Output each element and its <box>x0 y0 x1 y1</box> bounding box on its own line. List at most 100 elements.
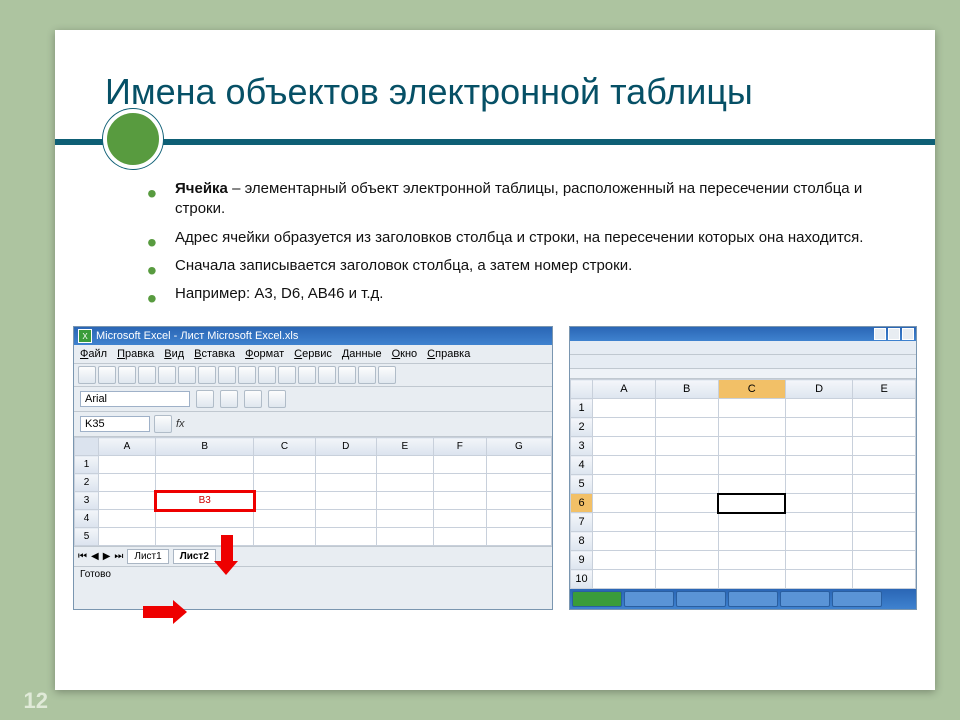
cell[interactable] <box>785 570 852 589</box>
cell[interactable] <box>853 456 916 475</box>
col-header[interactable]: E <box>853 380 916 399</box>
toolbar-button[interactable] <box>178 366 196 384</box>
row-header[interactable]: 3 <box>571 437 593 456</box>
cell[interactable] <box>655 399 718 418</box>
menu-item[interactable]: Вставка <box>194 348 235 360</box>
col-header[interactable]: C <box>254 438 315 456</box>
nav-prev-icon[interactable]: ◀ <box>91 551 99 562</box>
cell[interactable] <box>853 513 916 532</box>
cell[interactable] <box>486 510 551 528</box>
format-button[interactable] <box>220 390 238 408</box>
cell[interactable] <box>853 494 916 513</box>
cell[interactable] <box>718 399 785 418</box>
row-header[interactable]: 5 <box>571 475 593 494</box>
cell[interactable] <box>486 492 551 510</box>
font-name-box[interactable]: Arial <box>80 391 190 407</box>
cell[interactable] <box>718 532 785 551</box>
cell[interactable] <box>593 494 656 513</box>
col-header[interactable]: A <box>593 380 656 399</box>
menu-item[interactable]: Файл <box>80 348 107 360</box>
cell[interactable] <box>486 474 551 492</box>
toolbar-button[interactable] <box>278 366 296 384</box>
cell[interactable] <box>655 551 718 570</box>
name-box[interactable]: K35 <box>80 416 150 432</box>
selected-cell[interactable] <box>718 494 785 513</box>
cell[interactable] <box>593 475 656 494</box>
row-header[interactable]: 3 <box>75 492 99 510</box>
start-button[interactable] <box>572 591 622 607</box>
cell[interactable] <box>785 399 852 418</box>
toolbar-button[interactable] <box>338 366 356 384</box>
toolbar-button[interactable] <box>238 366 256 384</box>
cell[interactable] <box>156 456 254 474</box>
cell[interactable] <box>99 492 156 510</box>
maximize-icon[interactable] <box>888 328 900 340</box>
cell[interactable] <box>718 570 785 589</box>
cell[interactable] <box>785 494 852 513</box>
row-header[interactable]: 8 <box>571 532 593 551</box>
minimize-icon[interactable] <box>874 328 886 340</box>
select-all-corner[interactable] <box>75 438 99 456</box>
cell[interactable] <box>433 474 486 492</box>
col-header[interactable]: D <box>315 438 376 456</box>
cell[interactable] <box>655 513 718 532</box>
row-header[interactable]: 1 <box>571 399 593 418</box>
cell[interactable] <box>718 551 785 570</box>
cell[interactable] <box>254 474 315 492</box>
toolbar-button[interactable] <box>198 366 216 384</box>
cell[interactable] <box>99 510 156 528</box>
cell[interactable] <box>785 475 852 494</box>
cell[interactable] <box>433 492 486 510</box>
toolbar-button[interactable] <box>358 366 376 384</box>
row-header[interactable]: 9 <box>571 551 593 570</box>
cell[interactable] <box>655 494 718 513</box>
cell[interactable] <box>486 456 551 474</box>
cell[interactable] <box>315 456 376 474</box>
row-header[interactable]: 1 <box>75 456 99 474</box>
nav-next-icon[interactable]: ▶ <box>103 551 111 562</box>
nav-last-icon[interactable]: ⏭ <box>114 551 123 562</box>
cell[interactable] <box>718 513 785 532</box>
cell[interactable] <box>376 474 433 492</box>
sheet-tab-active[interactable]: Лист2 <box>173 549 216 564</box>
taskbar-button[interactable] <box>676 591 726 607</box>
menu-item[interactable]: Данные <box>342 348 382 360</box>
menu-item[interactable]: Формат <box>245 348 284 360</box>
col-header[interactable]: E <box>376 438 433 456</box>
format-button[interactable] <box>268 390 286 408</box>
dropdown-button[interactable] <box>154 415 172 433</box>
cell[interactable] <box>593 399 656 418</box>
row-header[interactable]: 4 <box>571 456 593 475</box>
sheet-tab[interactable]: Лист1 <box>127 549 168 564</box>
col-header-selected[interactable]: C <box>718 380 785 399</box>
toolbar-button[interactable] <box>298 366 316 384</box>
cell[interactable] <box>376 492 433 510</box>
toolbar-button[interactable] <box>98 366 116 384</box>
cell[interactable] <box>99 474 156 492</box>
cell[interactable] <box>655 418 718 437</box>
toolbar-button[interactable] <box>318 366 336 384</box>
toolbar-button[interactable] <box>378 366 396 384</box>
cell[interactable] <box>853 418 916 437</box>
cell[interactable] <box>655 437 718 456</box>
cell[interactable] <box>99 456 156 474</box>
col-header[interactable]: F <box>433 438 486 456</box>
select-all-corner[interactable] <box>571 380 593 399</box>
cell[interactable] <box>156 474 254 492</box>
menu-item[interactable]: Окно <box>392 348 418 360</box>
cell[interactable] <box>433 456 486 474</box>
cell[interactable] <box>853 437 916 456</box>
cell[interactable] <box>593 456 656 475</box>
cell[interactable] <box>376 510 433 528</box>
cell[interactable] <box>376 528 433 546</box>
menu-item[interactable]: Вид <box>164 348 184 360</box>
cell[interactable] <box>718 437 785 456</box>
toolbar-button[interactable] <box>158 366 176 384</box>
col-header[interactable]: B <box>655 380 718 399</box>
cell[interactable] <box>785 418 852 437</box>
spreadsheet-grid[interactable]: A B C D E 1 2 3 4 5 6 7 8 9 10 <box>570 379 916 589</box>
cell[interactable] <box>853 570 916 589</box>
col-header[interactable]: B <box>156 438 254 456</box>
col-header[interactable]: A <box>99 438 156 456</box>
cell[interactable] <box>486 528 551 546</box>
